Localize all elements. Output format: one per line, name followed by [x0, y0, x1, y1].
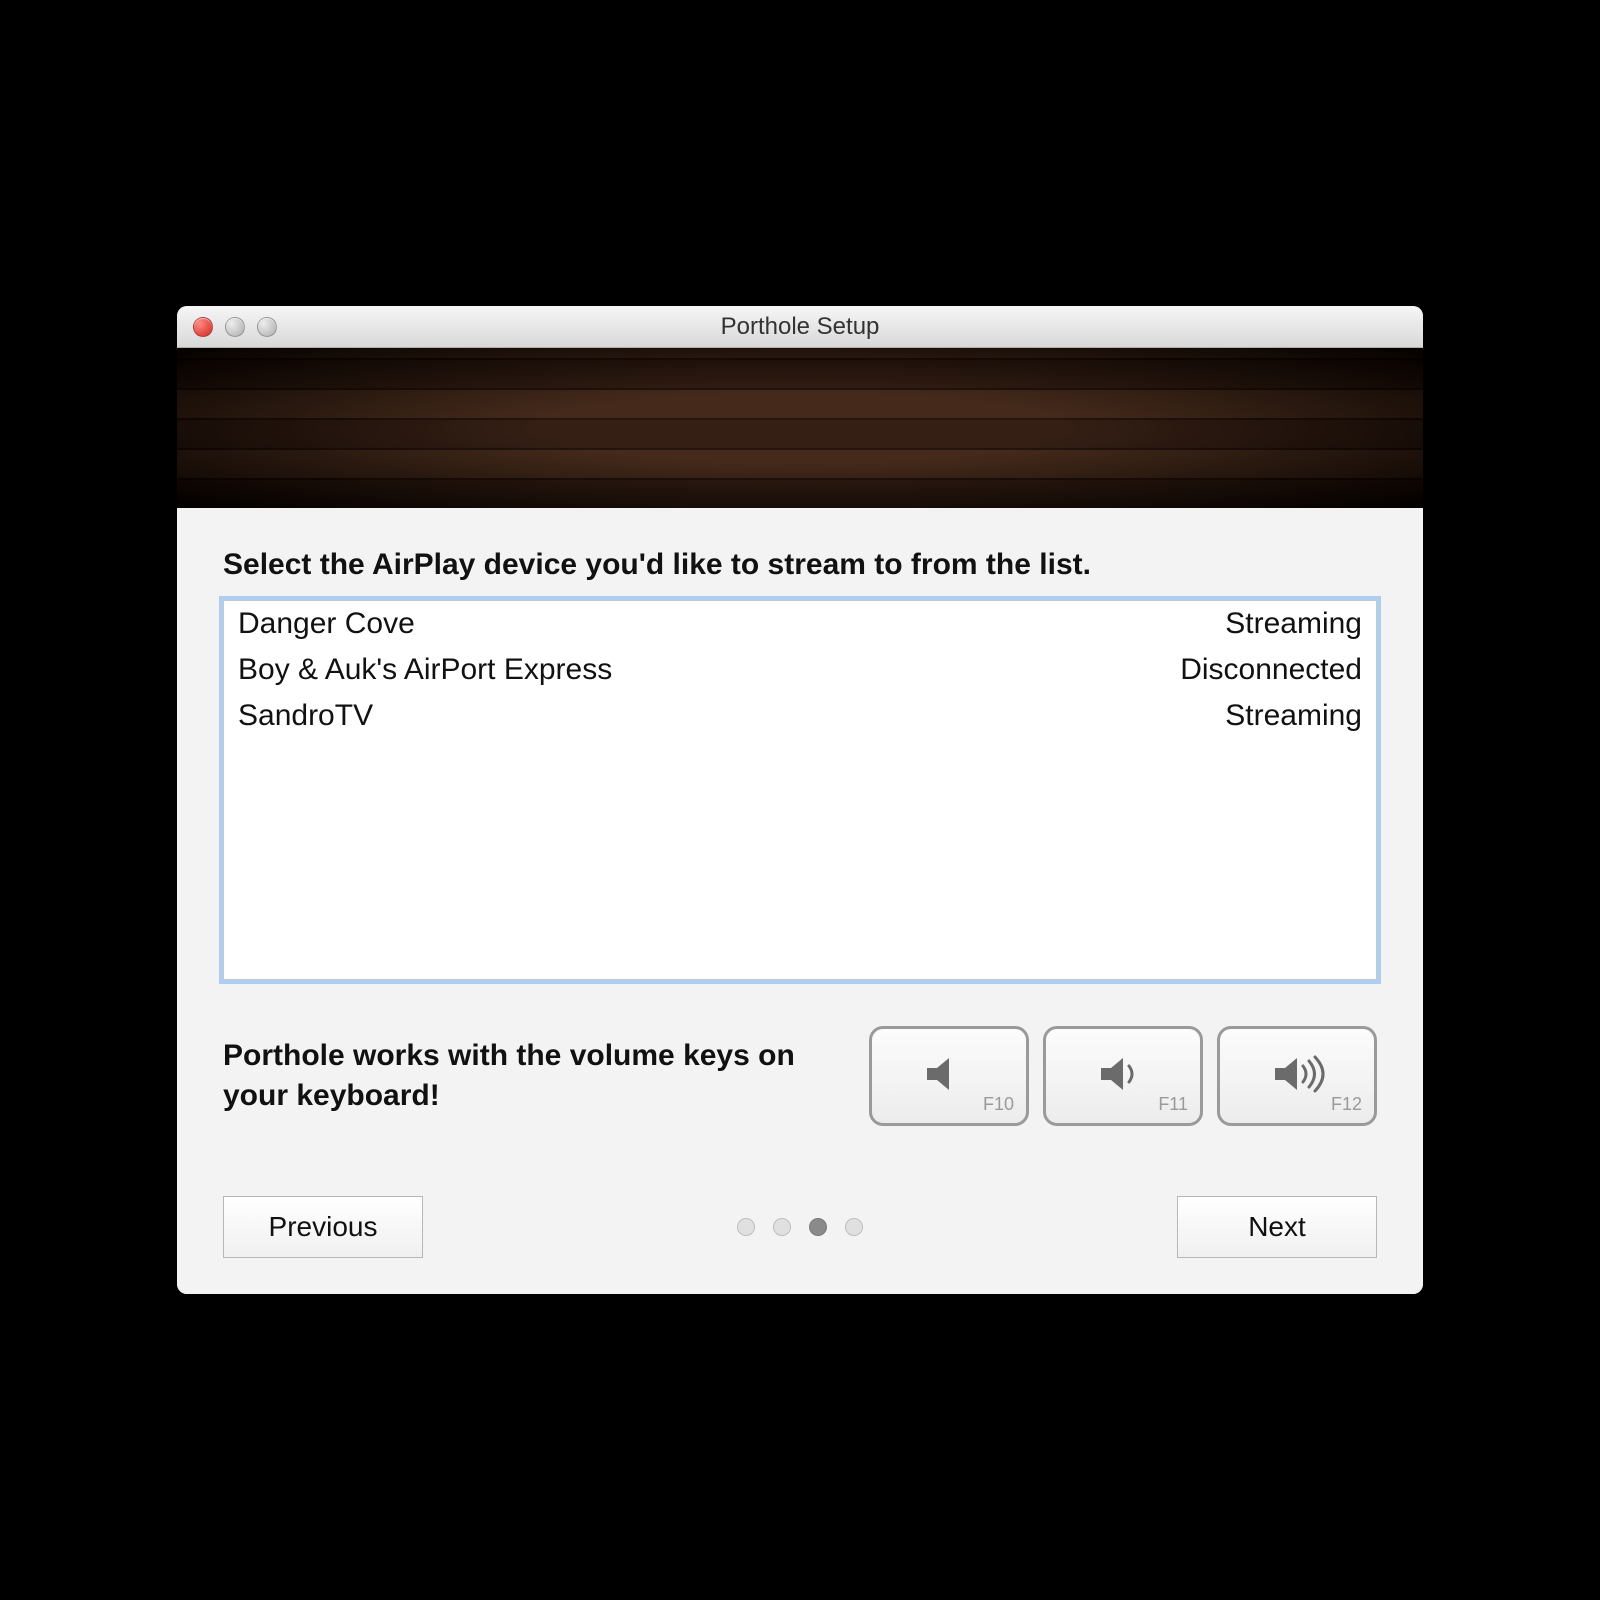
- volume-hint-text: Porthole works with the volume keys on y…: [223, 1036, 839, 1117]
- device-list[interactable]: Danger Cove Streaming Boy & Auk's AirPor…: [223, 600, 1377, 980]
- window-title: Porthole Setup: [177, 313, 1423, 341]
- device-row[interactable]: SandroTV Streaming: [224, 693, 1376, 739]
- device-status: Disconnected: [1180, 653, 1362, 687]
- page-dot[interactable]: [737, 1218, 755, 1236]
- banner-image: [177, 348, 1423, 508]
- key-f12: F12: [1217, 1026, 1377, 1126]
- previous-button[interactable]: Previous: [223, 1196, 423, 1258]
- content-area: Select the AirPlay device you'd like to …: [177, 508, 1423, 1294]
- device-name: Boy & Auk's AirPort Express: [238, 653, 612, 687]
- key-label: F11: [1158, 1094, 1188, 1115]
- zoom-icon[interactable]: [257, 317, 277, 337]
- device-status: Streaming: [1225, 607, 1362, 641]
- device-row[interactable]: Danger Cove Streaming: [224, 601, 1376, 647]
- volume-mute-icon: [921, 1054, 977, 1099]
- device-row[interactable]: Boy & Auk's AirPort Express Disconnected: [224, 647, 1376, 693]
- minimize-icon[interactable]: [225, 317, 245, 337]
- volume-keys: F10 F11: [869, 1026, 1377, 1126]
- key-f10: F10: [869, 1026, 1029, 1126]
- page-dot-active[interactable]: [809, 1218, 827, 1236]
- key-label: F10: [983, 1094, 1014, 1115]
- page-dot[interactable]: [773, 1218, 791, 1236]
- key-f11: F11: [1043, 1026, 1203, 1126]
- titlebar: Porthole Setup: [177, 306, 1423, 348]
- close-icon[interactable]: [193, 317, 213, 337]
- page-dot[interactable]: [845, 1218, 863, 1236]
- device-status: Streaming: [1225, 699, 1362, 733]
- page-indicator: [737, 1218, 863, 1236]
- device-name: SandroTV: [238, 699, 373, 733]
- window-controls: [177, 317, 277, 337]
- next-button[interactable]: Next: [1177, 1196, 1377, 1258]
- setup-window: Porthole Setup Select the AirPlay device…: [177, 306, 1423, 1294]
- device-name: Danger Cove: [238, 607, 415, 641]
- volume-up-icon: [1269, 1054, 1325, 1099]
- instruction-text: Select the AirPlay device you'd like to …: [223, 548, 1377, 582]
- key-label: F12: [1331, 1094, 1362, 1115]
- volume-down-icon: [1095, 1054, 1151, 1099]
